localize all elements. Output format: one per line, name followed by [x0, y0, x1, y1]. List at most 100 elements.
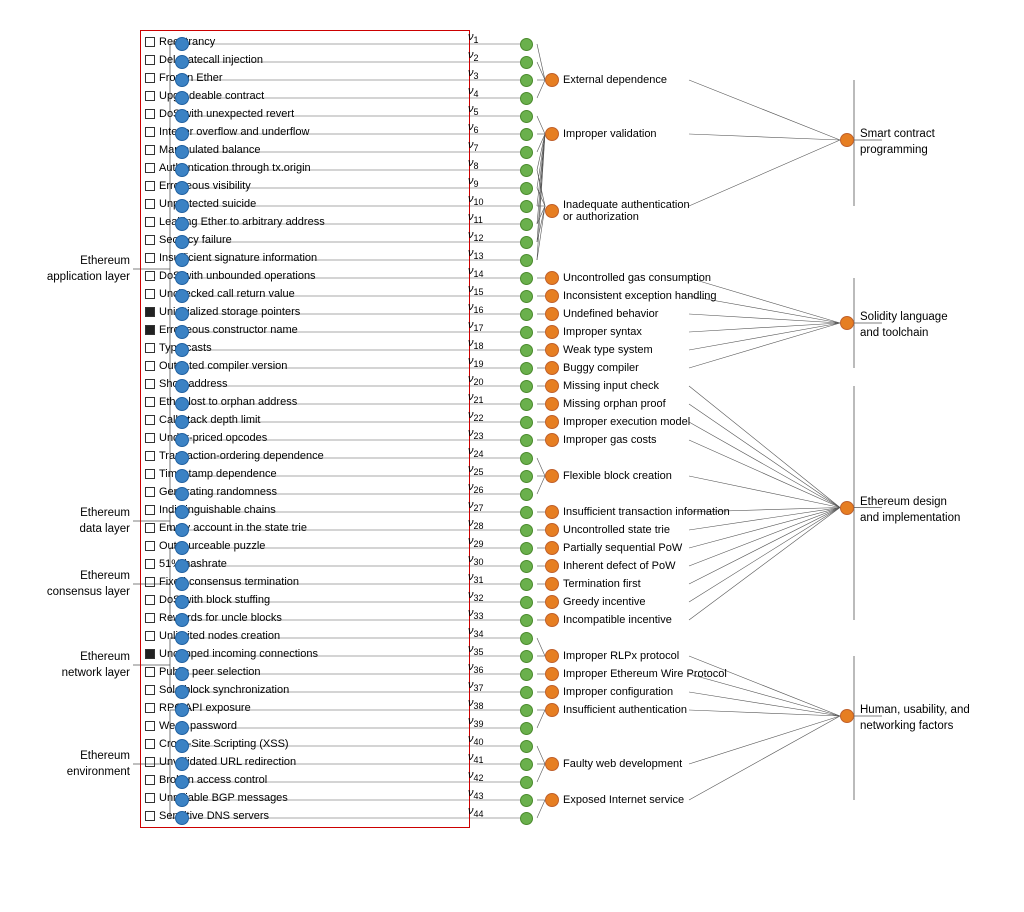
blue-dot-38 [175, 703, 189, 717]
blue-dot-15 [175, 289, 189, 303]
green-dot-39 [520, 722, 533, 735]
cause-row-c17: Partially sequential PoW [545, 541, 682, 555]
vnum-row-15: ν15 [468, 282, 523, 300]
vuln-checkbox-34 [145, 631, 155, 641]
vnum-row-14: ν14 [468, 264, 523, 282]
cause-dot-c23 [545, 667, 559, 681]
v-numbers-column: ν1ν2ν3ν4ν5ν6ν7ν8ν9ν10ν11ν12ν13ν14ν15ν16ν… [468, 30, 523, 822]
blue-dot-27 [175, 505, 189, 519]
blue-dot-16 [175, 307, 189, 321]
blue-dot-21 [175, 397, 189, 411]
vuln-checkbox-40 [145, 739, 155, 749]
vuln-label-3: Frozen Ether [159, 69, 223, 87]
cause-dot-c16 [545, 523, 559, 537]
blue-dot-37 [175, 685, 189, 699]
vuln-row-27: Indistinguishable chains [145, 501, 465, 519]
blue-dot-40 [175, 739, 189, 753]
vnum-row-5: ν5 [468, 102, 523, 120]
vuln-row-11: Leaking Ether to arbitrary address [145, 213, 465, 231]
green-dot-9 [520, 182, 533, 195]
vnum-row-34: ν34 [468, 624, 523, 642]
vuln-checkbox-23 [145, 433, 155, 443]
vuln-row-25: Timestamp dependence [145, 465, 465, 483]
vuln-row-31: Fixed consensus termination [145, 573, 465, 591]
green-dot-10 [520, 200, 533, 213]
vuln-row-21: Ether lost to orphan address [145, 393, 465, 411]
cat-label-0: Smart contract programming [860, 126, 935, 158]
main-container: ReentrancyDelegatecall injectionFrozen E… [0, 0, 1024, 912]
vuln-row-18: Type casts [145, 339, 465, 357]
vuln-row-44: Sensitive DNS servers [145, 807, 465, 825]
green-dot-40 [520, 740, 533, 753]
vnum-row-16: ν16 [468, 300, 523, 318]
blue-dot-11 [175, 217, 189, 231]
cause-row-c16: Uncontrolled state trie [545, 523, 670, 537]
cause-dot-c12 [545, 415, 559, 429]
vnum-row-35: ν35 [468, 642, 523, 660]
vuln-checkbox-29 [145, 541, 155, 551]
cause-label-c11: Missing orphan proof [563, 398, 666, 410]
green-dot-24 [520, 452, 533, 465]
vuln-row-34: Unlimited nodes creation [145, 627, 465, 645]
vuln-row-26: Generating randomness [145, 483, 465, 501]
cause-row-c10: Missing input check [545, 379, 659, 393]
cause-row-c14: Flexible block creation [545, 469, 672, 483]
cause-label-c16: Uncontrolled state trie [563, 524, 670, 536]
cause-label-c18: Inherent defect of PoW [563, 560, 676, 572]
vnum-row-12: ν12 [468, 228, 523, 246]
blue-dot-41 [175, 757, 189, 771]
blue-dot-3 [175, 73, 189, 87]
cause-label-c23: Improper Ethereum Wire Protocol [563, 668, 727, 680]
vuln-row-6: Integer overflow and underflow [145, 123, 465, 141]
vuln-checkbox-27 [145, 505, 155, 515]
vulnerabilities-column: ReentrancyDelegatecall injectionFrozen E… [140, 30, 470, 828]
vuln-row-1: Reentrancy [145, 33, 465, 51]
vuln-row-17: Erroneous constructor name [145, 321, 465, 339]
blue-dot-9 [175, 181, 189, 195]
blue-dot-2 [175, 55, 189, 69]
vuln-checkbox-22 [145, 415, 155, 425]
cat-label-1: Solidity language and toolchain [860, 309, 948, 341]
vuln-checkbox-4 [145, 91, 155, 101]
causes-column: External dependenceImproper validationIn… [545, 35, 825, 847]
vuln-checkbox-30 [145, 559, 155, 569]
green-dot-1 [520, 38, 533, 51]
vuln-checkbox-32 [145, 595, 155, 605]
blue-dot-6 [175, 127, 189, 141]
vnum-row-18: ν18 [468, 336, 523, 354]
vuln-row-29: Outsourceable puzzle [145, 537, 465, 555]
cause-row-c12: Improper execution model [545, 415, 690, 429]
cause-row-c9: Buggy compiler [545, 361, 639, 375]
cause-label-c17: Partially sequential PoW [563, 542, 682, 554]
green-dot-19 [520, 362, 533, 375]
vnum-row-1: ν1 [468, 30, 523, 48]
location-label-Ethereum_data_layer: Ethereum data layer [79, 505, 130, 537]
cause-row-c13: Improper gas costs [545, 433, 657, 447]
green-dot-11 [520, 218, 533, 231]
green-dot-23 [520, 434, 533, 447]
vuln-row-10: Unprotected suicide [145, 195, 465, 213]
vuln-row-37: Sole block synchronization [145, 681, 465, 699]
blue-dot-36 [175, 667, 189, 681]
green-dot-14 [520, 272, 533, 285]
cause-row-c4: Uncontrolled gas consumption [545, 271, 711, 285]
green-dot-26 [520, 488, 533, 501]
vnum-row-25: ν25 [468, 462, 523, 480]
vnum-row-3: ν3 [468, 66, 523, 84]
green-dot-30 [520, 560, 533, 573]
green-dot-18 [520, 344, 533, 357]
cause-dot-c1 [545, 73, 559, 87]
vuln-checkbox-41 [145, 757, 155, 767]
cause-row-c3: Inadequate authentication or authorizati… [545, 199, 690, 223]
cause-dot-c7 [545, 325, 559, 339]
green-dot-12 [520, 236, 533, 249]
vnum-row-6: ν6 [468, 120, 523, 138]
vuln-checkbox-44 [145, 811, 155, 821]
vuln-checkbox-17 [145, 325, 155, 335]
cause-dot-c20 [545, 595, 559, 609]
cause-row-c5: Inconsistent exception handling [545, 289, 717, 303]
green-dot-3 [520, 74, 533, 87]
vuln-checkbox-9 [145, 181, 155, 191]
vnum-row-40: ν40 [468, 732, 523, 750]
vuln-checkbox-18 [145, 343, 155, 353]
